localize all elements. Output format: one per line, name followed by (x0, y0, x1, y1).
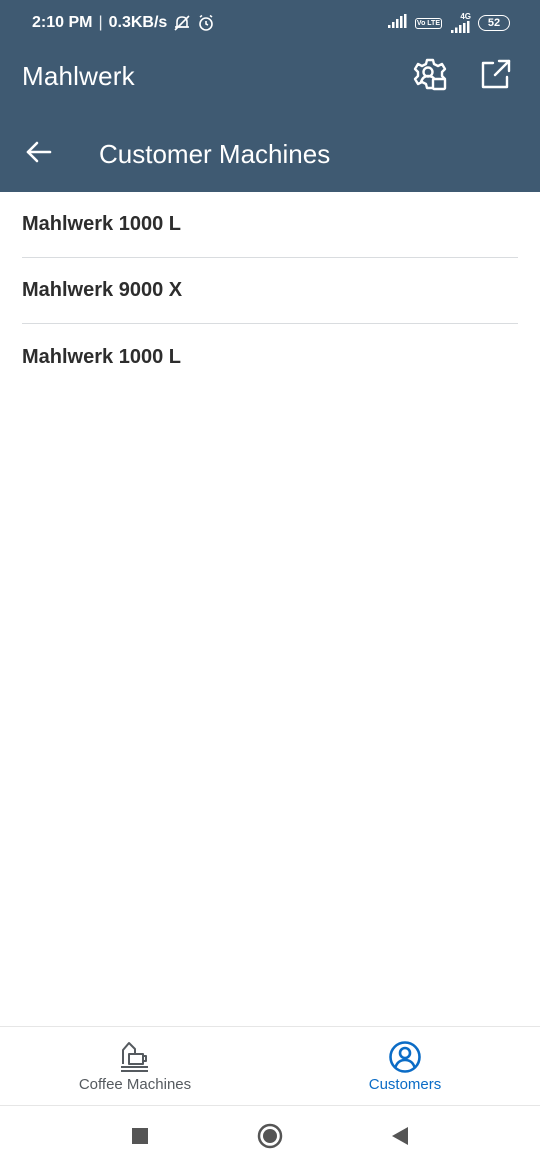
settings-button[interactable] (412, 58, 448, 94)
back-nav-button[interactable] (380, 1118, 420, 1158)
app-actions (412, 58, 514, 94)
settings-icon (413, 57, 447, 96)
page-title: Customer Machines (99, 138, 331, 169)
status-separator: | (98, 14, 103, 31)
app-title: Mahlwerk (22, 61, 135, 91)
volte-icon: Vo LTE (414, 17, 442, 29)
battery-level: 52 (487, 17, 501, 29)
list-item[interactable]: Mahlwerk 9000 X (22, 258, 518, 324)
share-button[interactable] (478, 58, 514, 94)
signal-4g-icon: 4G (449, 13, 471, 33)
app-bar: Mahlwerk Customer Machines (0, 46, 540, 192)
machine-name: Mahlwerk 1000 L (22, 213, 181, 235)
alarm-off-icon (173, 14, 191, 32)
tab-customers[interactable]: Customers (270, 1027, 540, 1105)
alarm-clock-icon (197, 14, 215, 32)
signal-icon (387, 13, 408, 33)
machine-list: Mahlwerk 1000 L Mahlwerk 9000 X Mahlwerk… (0, 192, 540, 390)
share-icon (480, 58, 512, 95)
back-button[interactable] (17, 132, 61, 176)
list-item[interactable]: Mahlwerk 1000 L (22, 192, 518, 258)
home-button[interactable] (250, 1118, 290, 1158)
list-item[interactable]: Mahlwerk 1000 L (22, 324, 518, 390)
status-time: 2:10 PM (32, 14, 93, 31)
tab-label: Customers (368, 1076, 442, 1093)
machine-name: Mahlwerk 1000 L (22, 345, 181, 368)
tab-label: Coffee Machines (78, 1076, 192, 1093)
home-circle-icon (257, 1123, 283, 1154)
bottom-nav: Coffee Machines Customers (0, 1026, 540, 1106)
tab-coffee-machines[interactable]: Coffee Machines (0, 1027, 270, 1105)
sub-header: Customer Machines (0, 128, 540, 180)
status-left: 2:10 PM | 0.3KB/s (32, 14, 215, 32)
network-type: 4G (460, 12, 471, 21)
square-icon (131, 1127, 149, 1150)
status-network-speed: 0.3KB/s (108, 14, 168, 31)
triangle-back-icon (391, 1126, 409, 1151)
battery-icon: 52 (478, 15, 510, 31)
status-right: Vo LTE 4G 52 (387, 13, 510, 33)
arrow-left-icon (26, 141, 52, 168)
system-nav (0, 1106, 540, 1170)
coffee-machine-icon (118, 1040, 152, 1074)
customer-icon (388, 1040, 422, 1074)
machine-name: Mahlwerk 9000 X (22, 279, 183, 301)
recents-button[interactable] (120, 1118, 160, 1158)
status-bar: 2:10 PM | 0.3KB/s Vo LTE 4G 52 (0, 0, 540, 46)
